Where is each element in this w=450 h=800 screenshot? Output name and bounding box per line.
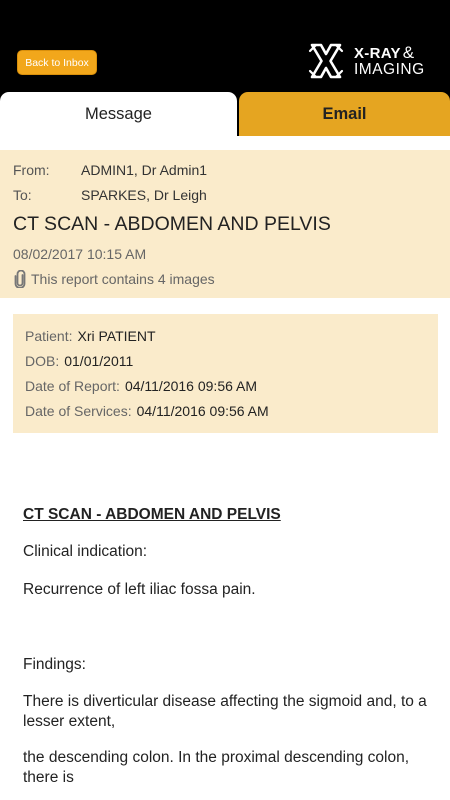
- report-title: CT SCAN - ABDOMEN AND PELVIS: [23, 506, 281, 523]
- services-date-label: Date of Services:: [25, 403, 132, 419]
- dob-value: 01/01/2011: [64, 353, 134, 369]
- logo-text-xray: X-RAY: [354, 45, 401, 62]
- xray-x-icon: [308, 43, 344, 79]
- patient-value: Xri PATIENT: [77, 328, 156, 344]
- patient-label: Patient:: [25, 328, 73, 344]
- logo-text-amp: &: [402, 43, 415, 62]
- logo-text-imaging: IMAGING: [354, 61, 425, 78]
- paperclip-icon: [14, 270, 26, 288]
- xray-imaging-logo: X-RAY & IMAGING: [308, 42, 443, 82]
- from-label: From:: [13, 162, 50, 178]
- report-date-row: Date of Report: 04/11/2016 09:56 AM: [25, 378, 257, 394]
- message-date: 08/02/2017 10:15 AM: [13, 246, 147, 262]
- report-date-label: Date of Report:: [25, 378, 120, 394]
- tab-email[interactable]: Email: [239, 92, 450, 136]
- findings-heading: Findings:: [23, 656, 86, 673]
- to-row: To:: [13, 187, 32, 203]
- to-label: To:: [13, 187, 32, 203]
- app-header: Back to Inbox X-RAY & IMAGING Message Ema…: [0, 0, 450, 136]
- findings-paragraph-1: There is diverticular disease affecting …: [23, 693, 427, 730]
- clinical-indication-text: Recurrence of left iliac fossa pain.: [23, 581, 256, 598]
- services-date-row: Date of Services: 04/11/2016 09:56 AM: [25, 403, 269, 419]
- dob-label: DOB:: [25, 353, 60, 369]
- services-date-value: 04/11/2016 09:56 AM: [136, 403, 269, 419]
- back-to-inbox-button[interactable]: Back to Inbox: [17, 50, 97, 75]
- findings-paragraph-2: the descending colon. In the proximal de…: [23, 749, 410, 786]
- from-value: ADMIN1, Dr Admin1: [81, 162, 208, 178]
- attachment-text: This report contains 4 images: [31, 271, 215, 287]
- to-value: SPARKES, Dr Leigh: [81, 187, 207, 203]
- from-row: From:: [13, 162, 50, 178]
- report-date-value: 04/11/2016 09:56 AM: [124, 378, 258, 394]
- dob-row: DOB: 01/01/2011: [25, 353, 133, 369]
- patient-details-panel: Patient: Xri PATIENT DOB: 01/01/2011 Date …: [13, 314, 438, 433]
- clinical-indication-heading: Clinical indication:: [23, 543, 148, 560]
- message-subject: CT SCAN - ABDOMEN AND PELVIS: [13, 213, 331, 235]
- attachment-info[interactable]: This report contains 4 images: [13, 270, 215, 288]
- tab-message[interactable]: Message: [0, 92, 237, 136]
- patient-row: Patient: Xri PATIENT: [25, 328, 156, 344]
